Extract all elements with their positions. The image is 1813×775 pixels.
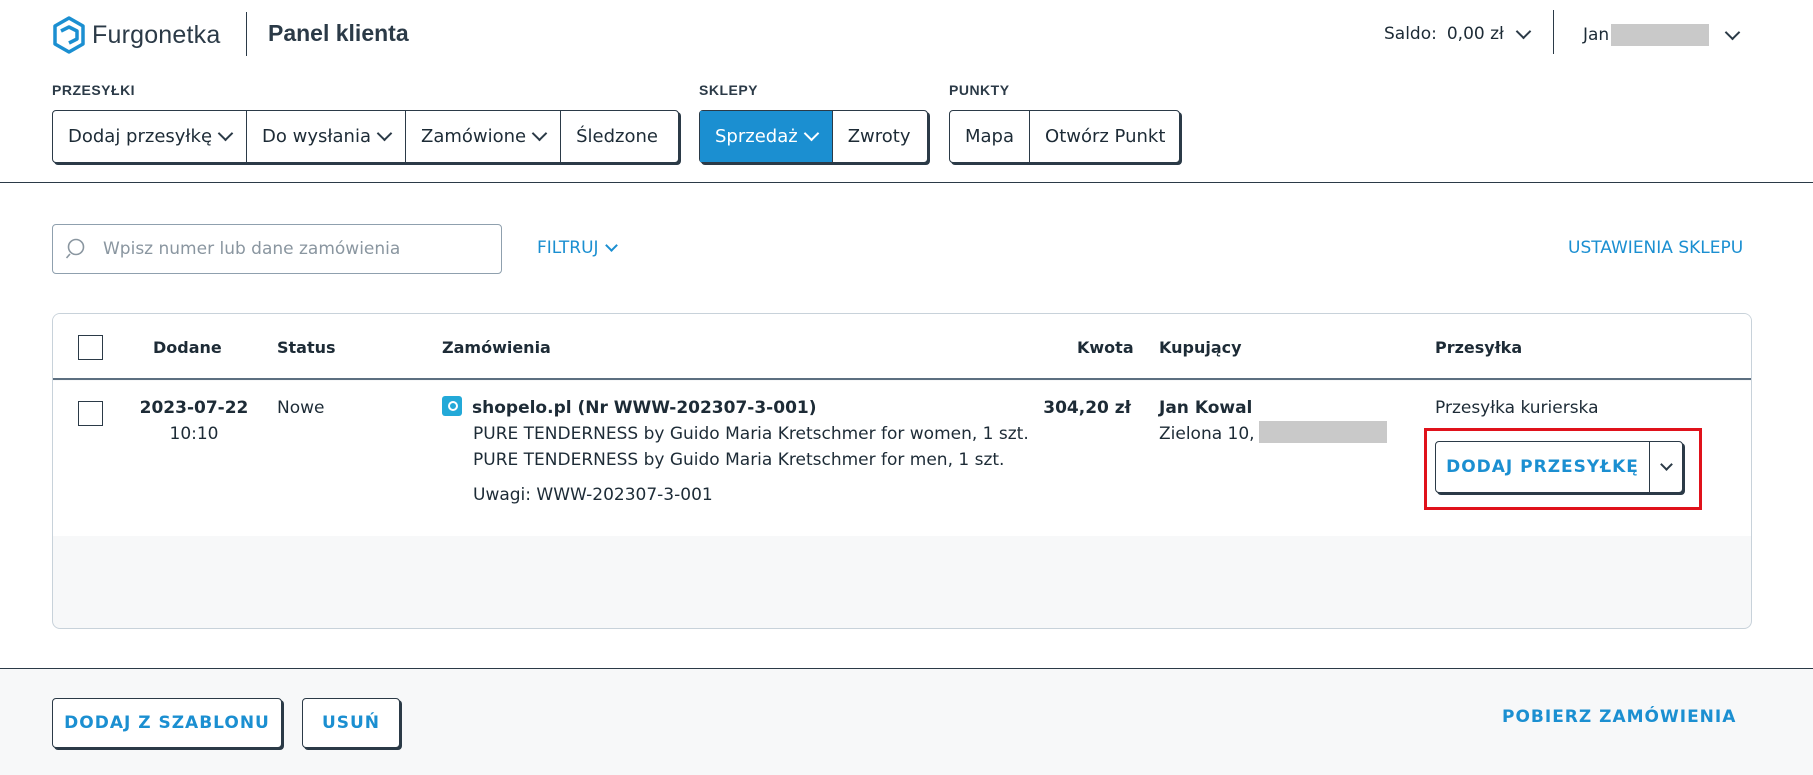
chevron-down-icon	[217, 125, 234, 142]
nav-to-send[interactable]: Do wysłania	[247, 111, 406, 162]
table-header: Dodane Status Zamówienia Kwota Kupujący …	[53, 314, 1751, 380]
nav-item-label: Mapa	[965, 126, 1015, 147]
nav-points-group: Mapa Otwórz Punkt	[949, 110, 1180, 163]
nav-map[interactable]: Mapa	[950, 111, 1031, 162]
select-all-checkbox[interactable]	[78, 335, 103, 360]
chevron-down-icon	[604, 238, 618, 252]
user-name: Jan	[1583, 25, 1610, 45]
nav-group-label-points: PUNKTY	[949, 82, 1010, 98]
column-header-shipment[interactable]: Przesyłka	[1435, 338, 1522, 357]
nav-returns[interactable]: Zwroty	[833, 111, 926, 162]
add-shipment-split-button: DODAJ PRZESYŁKĘ	[1435, 441, 1683, 493]
nav-item-label: Sprzedaż	[715, 126, 798, 147]
delete-button[interactable]: USUŃ	[302, 698, 400, 748]
nav-tracked[interactable]: Śledzone	[561, 111, 673, 162]
top-header: Furgonetka Panel klienta Saldo: 0,00 zł …	[0, 0, 1813, 183]
nav-shipments-group: Dodaj przesyłkę Do wysłania Zamówione Śl…	[52, 110, 679, 163]
header-divider	[246, 12, 247, 56]
buyer-address-text: Zielona 10,	[1159, 424, 1255, 444]
order-title-text: shopelo.pl (Nr WWW-202307-3-001)	[472, 398, 817, 418]
search-box	[52, 224, 502, 274]
nav-item-label: Zamówione	[420, 126, 527, 147]
add-shipment-dropdown[interactable]	[1650, 442, 1682, 492]
chevron-down-icon	[1724, 24, 1741, 40]
redacted-surname	[1611, 24, 1710, 46]
buyer-address: Zielona 10,	[1159, 421, 1387, 448]
balance-dropdown[interactable]: Saldo: 0,00 zł	[1384, 23, 1532, 44]
nav-ordered[interactable]: Zamówione	[406, 111, 562, 162]
nav-item-label: Dodaj przesyłkę	[68, 126, 213, 147]
nav-shops-group: Sprzedaż Zwroty	[699, 110, 928, 163]
order-notes: Uwagi: WWW-202307-3-001	[473, 485, 713, 505]
filter-label: FILTRUJ	[537, 238, 599, 258]
order-time: 10:10	[169, 424, 219, 444]
column-header-amount[interactable]: Kwota	[1077, 338, 1134, 357]
nav-sales[interactable]: Sprzedaż	[700, 111, 833, 162]
nav-item-label: Otwórz Punkt	[1045, 126, 1166, 147]
redacted-city	[1258, 421, 1387, 443]
brand-logo[interactable]: Furgonetka	[52, 16, 220, 54]
page-title: Panel klienta	[268, 20, 409, 46]
chevron-down-icon	[531, 125, 548, 142]
column-header-added[interactable]: Dodane	[153, 338, 222, 357]
order-item: PURE TENDERNESS by Guido Maria Kretschme…	[473, 424, 1029, 444]
filter-button[interactable]: FILTRUJ	[537, 238, 618, 258]
balance-value: 0,00 zł	[1446, 24, 1504, 44]
column-header-buyer[interactable]: Kupujący	[1159, 338, 1242, 357]
nav-item-label: Zwroty	[847, 126, 911, 147]
user-menu[interactable]: Jan	[1583, 24, 1741, 46]
nav-open-point[interactable]: Otwórz Punkt	[1030, 111, 1180, 162]
shop-cart-icon	[442, 396, 462, 416]
shipment-type: Przesyłka kurierska	[1435, 398, 1599, 418]
furgonetka-logo-icon	[53, 16, 85, 54]
add-shipment-button[interactable]: DODAJ PRZESYŁKĘ	[1436, 442, 1650, 492]
brand-name: Furgonetka	[92, 20, 221, 49]
chevron-down-icon	[1515, 23, 1532, 39]
buyer-name: Jan Kowal	[1159, 398, 1253, 418]
search-input[interactable]	[103, 239, 463, 259]
nav-item-label: Do wysłania	[262, 126, 371, 147]
user-divider	[1553, 10, 1554, 54]
order-title[interactable]: shopelo.pl (Nr WWW-202307-3-001)	[442, 395, 817, 422]
add-from-template-button[interactable]: DODAJ Z SZABLONU	[52, 698, 282, 748]
fetch-orders-link[interactable]: POBIERZ ZAMÓWIENIA	[1502, 707, 1736, 727]
order-date: 2023-07-22	[139, 398, 249, 418]
chevron-down-icon	[1659, 458, 1673, 471]
nav-item-label: Śledzone	[576, 126, 658, 147]
search-icon	[65, 238, 85, 259]
column-header-orders[interactable]: Zamówienia	[442, 338, 551, 357]
column-header-status[interactable]: Status	[277, 338, 336, 357]
order-amount: 304,20 zł	[1043, 398, 1131, 418]
chevron-down-icon	[803, 125, 819, 142]
shop-settings-link[interactable]: USTAWIENIA SKLEPU	[1568, 238, 1743, 258]
row-checkbox[interactable]	[78, 401, 103, 426]
order-status: Nowe	[277, 398, 325, 418]
nav-group-label-shipments: PRZESYŁKI	[52, 82, 136, 98]
nav-add-shipment[interactable]: Dodaj przesyłkę	[53, 111, 248, 162]
balance-label: Saldo:	[1384, 24, 1437, 44]
chevron-down-icon	[376, 125, 393, 142]
nav-group-label-shops: SKLEPY	[699, 82, 759, 98]
order-item: PURE TENDERNESS by Guido Maria Kretschme…	[473, 450, 1005, 470]
